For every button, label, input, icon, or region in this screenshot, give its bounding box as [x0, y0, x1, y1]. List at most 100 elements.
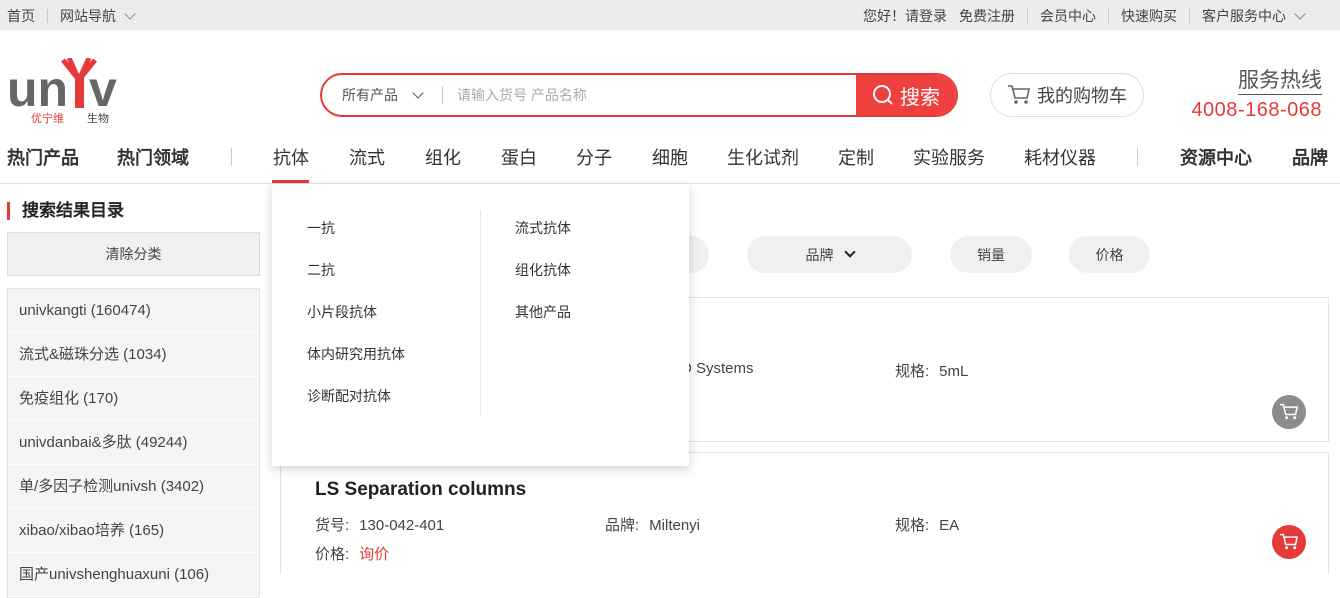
category-item[interactable]: xibao/xibao培养 (165) [8, 509, 259, 553]
divider [1189, 9, 1190, 23]
divider [1027, 9, 1028, 23]
category-item[interactable]: univdanbai&多肽 (49244) [8, 421, 259, 465]
category-item[interactable]: 流式&磁珠分选 (1034) [8, 333, 259, 377]
cart-button[interactable]: 我的购物车 [990, 73, 1144, 117]
customer-service-menu[interactable]: 客户服务中心 [1202, 6, 1286, 26]
spec-value: 5mL [939, 363, 969, 380]
category-item[interactable]: 免疫组化 (170) [8, 377, 259, 421]
sku-value: 130-042-401 [359, 517, 445, 534]
hotline-number: 4008-168-068 [1191, 99, 1322, 121]
divider [1108, 9, 1109, 23]
dropdown-item[interactable]: 诊断配对抗体 [307, 378, 405, 420]
spec-label: 规格: [895, 517, 930, 534]
divider [47, 9, 48, 23]
sort-price-button[interactable]: 价格 [1069, 236, 1150, 273]
divider [480, 210, 481, 416]
search-input[interactable] [443, 87, 856, 103]
sort-brand-button[interactable]: 品牌 [747, 236, 912, 273]
nav-brand[interactable]: 品牌 [1292, 144, 1328, 170]
search-button[interactable]: 搜索 [856, 75, 956, 115]
quick-buy-link[interactable]: 快速购买 [1121, 6, 1177, 26]
dropdown-item[interactable]: 二抗 [307, 252, 405, 294]
spec-value: EA [939, 517, 960, 534]
cart-icon [1280, 403, 1299, 420]
nav-flow[interactable]: 流式 [349, 144, 385, 170]
chevron-down-icon [843, 246, 856, 258]
product-sku: 货号: 130-042-401 [315, 514, 444, 535]
univ-logo[interactable]: un v 优宁维 生物 [7, 56, 131, 128]
svg-text:优宁维: 优宁维 [31, 111, 64, 125]
product-price: 价格: 询价 [315, 543, 389, 564]
dropdown-item[interactable]: 流式抗体 [515, 210, 571, 252]
cart-icon [1008, 85, 1030, 104]
search-category-label: 所有产品 [342, 87, 398, 103]
nav-custom[interactable]: 定制 [838, 144, 874, 170]
hotline-title[interactable]: 服务热线 [1238, 68, 1322, 95]
search-icon [873, 85, 893, 105]
product-card: LS Separation columns 货号: 130-042-401 品牌:… [280, 452, 1329, 574]
price-label: 价格: [315, 546, 350, 563]
svg-text:v: v [89, 61, 117, 117]
chevron-down-icon[interactable] [124, 7, 136, 20]
spec-label: 规格: [895, 363, 930, 380]
nav-consumables[interactable]: 耗材仪器 [1024, 144, 1096, 170]
category-item[interactable]: univkangti (160474) [8, 289, 259, 333]
category-item[interactable]: 单/多因子检测univsh (3402) [8, 465, 259, 509]
category-item[interactable]: 国产univshenghuaxuni (106) [8, 553, 259, 597]
site-nav-menu[interactable]: 网站导航 [60, 6, 116, 26]
add-to-cart-button[interactable] [1272, 395, 1306, 429]
sku-label: 货号: [315, 517, 350, 534]
dropdown-item[interactable]: 一抗 [307, 210, 405, 252]
main-nav: 热门产品 热门领域 抗体 流式 组化 蛋白 分子 细胞 生化试剂 定制 实验服务… [0, 140, 1340, 184]
dropdown-item[interactable]: 体内研究用抗体 [307, 336, 405, 378]
antibody-dropdown-menu: 一抗 二抗 小片段抗体 体内研究用抗体 诊断配对抗体 流式抗体 组化抗体 其他产… [272, 184, 689, 466]
nav-services[interactable]: 实验服务 [913, 144, 985, 170]
nav-hot-fields[interactable]: 热门领域 [117, 144, 189, 170]
nav-molecular[interactable]: 分子 [576, 144, 612, 170]
clear-category-button[interactable]: 清除分类 [7, 232, 260, 276]
product-brand: D Systems [681, 360, 754, 377]
search-bar: 所有产品 搜索 [320, 73, 958, 117]
product-brand: 品牌: Miltenyi [605, 514, 700, 535]
nav-biochem[interactable]: 生化试剂 [727, 144, 799, 170]
search-button-label: 搜索 [900, 86, 940, 109]
product-spec: 规格: 5mL [895, 360, 968, 381]
dropdown-right-column: 流式抗体 组化抗体 其他产品 [515, 210, 571, 336]
brand-label: 品牌: [605, 517, 640, 534]
search-category-select[interactable]: 所有产品 [322, 85, 442, 105]
home-link[interactable]: 首页 [7, 6, 35, 26]
header: un v 优宁维 生物 所有产品 搜索 我的购物车 [0, 30, 1340, 140]
brand-value: Miltenyi [649, 517, 701, 534]
nav-resource-center[interactable]: 资源中心 [1180, 144, 1252, 170]
sort-sales-button[interactable]: 销量 [950, 236, 1032, 273]
dropdown-left-column: 一抗 二抗 小片段抗体 体内研究用抗体 诊断配对抗体 [307, 210, 405, 420]
chevron-down-icon[interactable] [1294, 7, 1306, 20]
service-hotline: 服务热线 4008-168-068 [1191, 68, 1322, 122]
member-center-link[interactable]: 会员中心 [1040, 6, 1096, 26]
add-to-cart-button[interactable] [1272, 525, 1306, 559]
cart-icon [1280, 533, 1299, 550]
inquiry-link[interactable]: 询价 [359, 546, 389, 563]
nav-antibody[interactable]: 抗体 [273, 144, 309, 170]
nav-active-indicator [272, 180, 309, 183]
sort-brand-label: 品牌 [805, 246, 834, 263]
nav-ihc[interactable]: 组化 [425, 144, 461, 170]
register-link[interactable]: 免费注册 [959, 6, 1015, 26]
chevron-down-icon [412, 86, 424, 99]
svg-text:生物: 生物 [87, 111, 109, 125]
category-list: univkangti (160474) 流式&磁珠分选 (1034) 免疫组化 … [7, 288, 260, 598]
cart-label: 我的购物车 [1037, 86, 1127, 106]
divider [231, 148, 232, 166]
sidebar-title: 搜索结果目录 [7, 202, 124, 220]
login-link[interactable]: 您好！请登录 [863, 6, 947, 26]
dropdown-item[interactable]: 组化抗体 [515, 252, 571, 294]
dropdown-item[interactable]: 其他产品 [515, 294, 571, 336]
divider [1137, 148, 1138, 166]
svg-text:un: un [7, 61, 68, 117]
product-name[interactable]: LS Separation columns [315, 479, 526, 501]
nav-cell[interactable]: 细胞 [652, 144, 688, 170]
nav-protein[interactable]: 蛋白 [501, 144, 537, 170]
nav-hot-products[interactable]: 热门产品 [7, 144, 79, 170]
dropdown-item[interactable]: 小片段抗体 [307, 294, 405, 336]
top-bar: 首页 网站导航 您好！请登录 免费注册 会员中心 快速购买 客户服务中心 [0, 0, 1340, 30]
